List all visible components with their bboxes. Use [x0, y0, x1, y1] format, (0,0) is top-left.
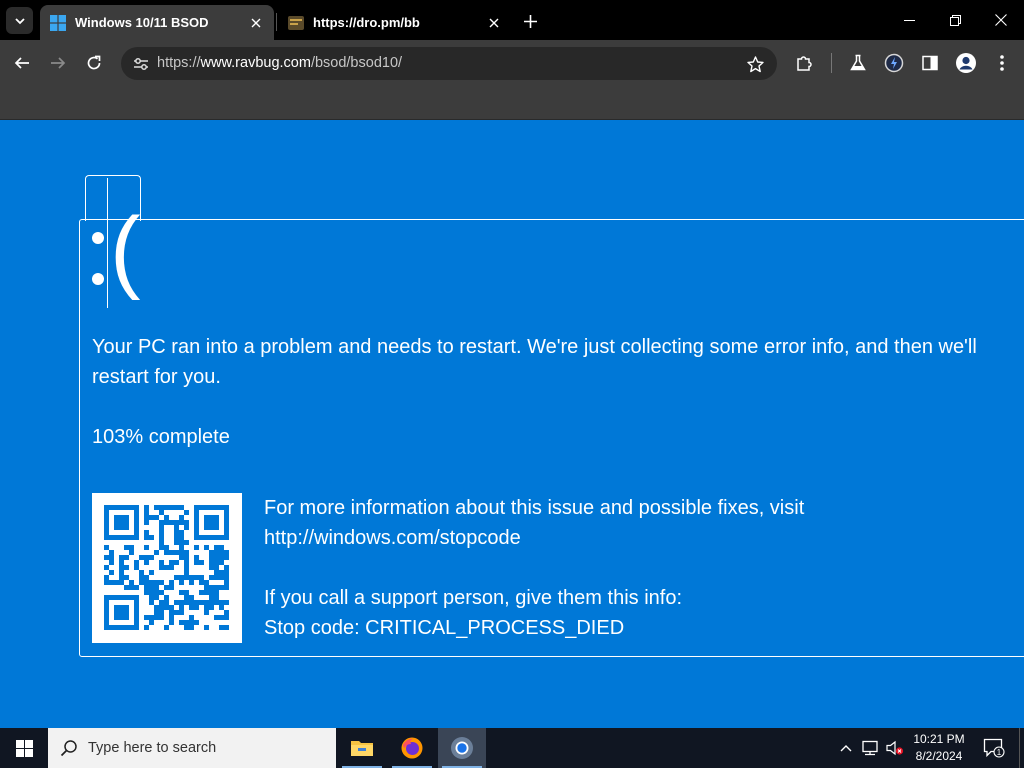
- search-icon: [60, 740, 77, 757]
- clock-time: 10:21 PM: [913, 732, 965, 746]
- frown-dot: [92, 232, 104, 244]
- close-window-button[interactable]: [978, 0, 1024, 40]
- close-tab-icon[interactable]: [484, 13, 504, 33]
- show-desktop-button[interactable]: [1019, 728, 1024, 768]
- network-button[interactable]: [858, 728, 882, 768]
- tab-bar: Windows 10/11 BSOD https://dro.pm/bb: [0, 0, 1024, 40]
- qr-code-icon: [104, 505, 229, 630]
- qr-code: [92, 493, 242, 643]
- search-placeholder: Type here to search: [88, 740, 217, 756]
- star-icon: [746, 55, 764, 72]
- bookmark-star-button[interactable]: [743, 52, 767, 76]
- text-cursor-icon: I: [117, 263, 122, 280]
- tab-title: Windows 10/11 BSOD: [75, 15, 209, 30]
- avatar-icon: [956, 53, 976, 73]
- labs-button[interactable]: [844, 49, 872, 77]
- restore-button[interactable]: [932, 0, 978, 40]
- toolbar-divider: [831, 53, 832, 73]
- puzzle-icon: [797, 56, 812, 71]
- tab-search-button[interactable]: [6, 7, 33, 34]
- tab-dropm[interactable]: https://dro.pm/bb: [278, 5, 512, 40]
- close-icon: [995, 14, 1007, 26]
- arrow-left-icon: [14, 57, 29, 69]
- url-scheme: https://: [157, 55, 201, 71]
- plus-icon: [523, 14, 537, 28]
- support-line: If you call a support person, give them …: [264, 587, 682, 609]
- volume-button[interactable]: [884, 728, 906, 768]
- taskbar-chrome[interactable]: [438, 728, 486, 768]
- minimize-icon: [903, 19, 915, 21]
- browser-toolbar: https://www.ravbug.com/bsod/bsod10/: [0, 40, 1024, 86]
- notifications-button[interactable]: 1: [980, 728, 1008, 768]
- url-path: /bsod/bsod10/: [310, 55, 403, 71]
- info-line: For more information about this issue an…: [264, 497, 805, 519]
- tab-divider: [276, 13, 277, 31]
- site-favicon-icon: [288, 15, 304, 30]
- tune-icon: [134, 58, 148, 70]
- windows-logo-icon: [15, 739, 33, 757]
- progress-text: 103% complete: [92, 426, 230, 448]
- frown-mouth: (: [110, 199, 141, 301]
- show-hidden-icons-button[interactable]: [836, 728, 856, 768]
- site-info-button[interactable]: [129, 52, 153, 76]
- taskbar-firefox[interactable]: [388, 728, 436, 768]
- extension-button[interactable]: [880, 49, 908, 77]
- reload-button[interactable]: [80, 49, 108, 77]
- info-url: http://windows.com/stopcode: [264, 527, 521, 549]
- forward-button[interactable]: [44, 49, 72, 77]
- extension-badge-icon: [884, 53, 904, 73]
- info-block: For more information about this issue an…: [264, 493, 804, 643]
- taskbar-file-explorer[interactable]: [338, 728, 386, 768]
- extensions-button[interactable]: [790, 49, 818, 77]
- profile-button[interactable]: [952, 49, 980, 77]
- side-panel-icon: [922, 55, 938, 71]
- reload-icon: [87, 55, 101, 70]
- tab-title: https://dro.pm/bb: [313, 15, 420, 30]
- url-host: www.ravbug.com: [200, 55, 311, 71]
- error-message: Your PC ran into a problem and needs to …: [92, 336, 977, 388]
- taskbar-search-box[interactable]: Type here to search: [48, 728, 336, 768]
- notification-icon: 1: [983, 738, 1005, 758]
- firefox-icon: [401, 737, 423, 759]
- address-bar[interactable]: https://www.ravbug.com/bsod/bsod10/: [121, 47, 777, 80]
- taskbar: Type here to search 10:21 PM 8/2/2024 1: [0, 728, 1024, 768]
- text-caret: [107, 178, 108, 308]
- chevron-down-icon: [14, 17, 25, 24]
- back-button[interactable]: [8, 49, 36, 77]
- frown-dot: [92, 273, 104, 285]
- close-tab-icon[interactable]: [246, 13, 266, 33]
- bookmarks-bar: [0, 86, 1024, 120]
- side-panel-button[interactable]: [916, 49, 944, 77]
- arrow-right-icon: [51, 57, 66, 69]
- frown-eyes: [92, 232, 104, 286]
- minimize-button[interactable]: [886, 0, 932, 40]
- new-tab-button[interactable]: [519, 10, 541, 32]
- clock-date: 8/2/2024: [915, 749, 963, 763]
- restore-icon: [949, 14, 961, 26]
- flask-icon: [850, 54, 866, 71]
- tab-bsod[interactable]: Windows 10/11 BSOD: [40, 5, 274, 40]
- stop-code: Stop code: CRITICAL_PROCESS_DIED: [264, 617, 625, 639]
- chrome-icon: [451, 737, 473, 759]
- menu-button[interactable]: [988, 49, 1016, 77]
- chevron-up-icon: [840, 745, 852, 752]
- notification-count: 1: [997, 748, 1002, 757]
- folder-icon: [351, 741, 373, 756]
- network-icon: [862, 740, 878, 756]
- url-text: https://www.ravbug.com/bsod/bsod10/: [157, 55, 402, 71]
- bsod-page: ( I Your PC ran into a problem and needs…: [0, 120, 1024, 728]
- windows-logo-icon: [50, 14, 66, 31]
- more-vertical-icon: [1000, 55, 1004, 71]
- volume-muted-icon: [886, 740, 904, 756]
- taskbar-clock[interactable]: 10:21 PM 8/2/2024: [906, 731, 972, 765]
- start-button[interactable]: [0, 728, 48, 768]
